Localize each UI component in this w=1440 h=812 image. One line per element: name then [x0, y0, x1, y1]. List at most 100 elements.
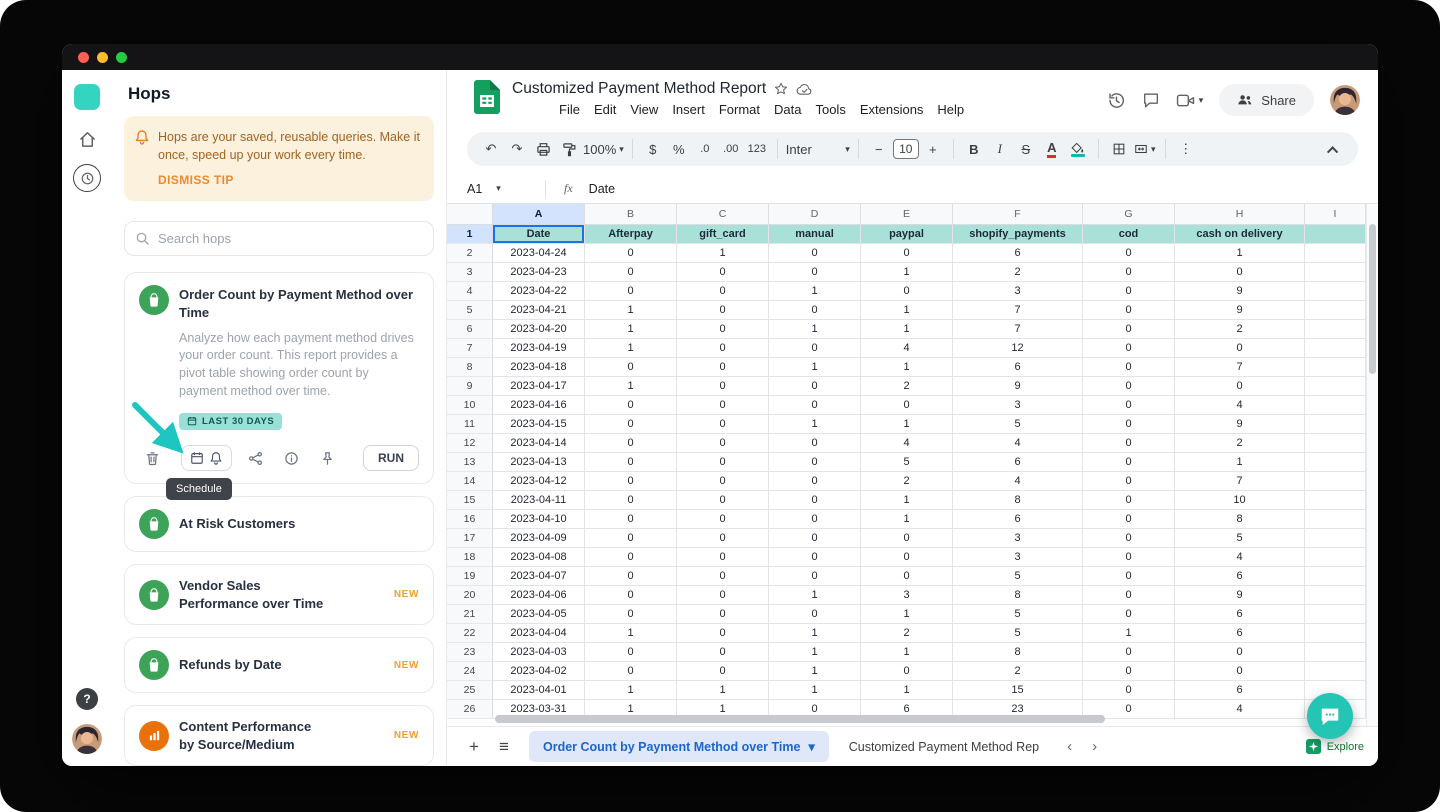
cell-A9[interactable]: 2023-04-17	[493, 377, 585, 396]
cell-F13[interactable]: 6	[953, 453, 1083, 472]
delete-icon[interactable]	[139, 445, 165, 471]
italic-button[interactable]: I	[988, 136, 1012, 162]
cell-G16[interactable]: 0	[1083, 510, 1175, 529]
cell-D25[interactable]: 1	[769, 681, 861, 700]
row-header-19[interactable]: 19	[447, 567, 493, 586]
cell-D6[interactable]: 1	[769, 320, 861, 339]
cell-F19[interactable]: 5	[953, 567, 1083, 586]
cell-H17[interactable]: 5	[1175, 529, 1305, 548]
user-avatar[interactable]	[1330, 85, 1360, 115]
cell-G19[interactable]: 0	[1083, 567, 1175, 586]
cell-C14[interactable]: 0	[677, 472, 769, 491]
cell-C4[interactable]: 0	[677, 282, 769, 301]
cell-G10[interactable]: 0	[1083, 396, 1175, 415]
menu-format[interactable]: Format	[712, 99, 767, 120]
cell-I16[interactable]	[1305, 510, 1366, 529]
menu-help[interactable]: Help	[930, 99, 971, 120]
cell-F4[interactable]: 3	[953, 282, 1083, 301]
cell-A6[interactable]: 2023-04-20	[493, 320, 585, 339]
cell-G22[interactable]: 1	[1083, 624, 1175, 643]
row-header-17[interactable]: 17	[447, 529, 493, 548]
hop-title[interactable]: Order Count by Payment Method over Time	[179, 285, 417, 321]
cell-B8[interactable]: 0	[585, 358, 677, 377]
column-header-B[interactable]: B	[585, 204, 677, 225]
comments-icon[interactable]	[1142, 91, 1160, 109]
cell-C11[interactable]: 0	[677, 415, 769, 434]
fill-color-icon[interactable]	[1066, 136, 1090, 162]
cell-C23[interactable]: 0	[677, 643, 769, 662]
cell-B23[interactable]: 0	[585, 643, 677, 662]
explore-button[interactable]: Explore	[1305, 739, 1364, 754]
cell-C12[interactable]: 0	[677, 434, 769, 453]
cell-B1[interactable]: Afterpay	[585, 225, 677, 244]
cell-E9[interactable]: 2	[861, 377, 953, 396]
cell-G2[interactable]: 0	[1083, 244, 1175, 263]
help-icon[interactable]: ?	[76, 688, 98, 710]
cell-G12[interactable]: 0	[1083, 434, 1175, 453]
cell-B12[interactable]: 0	[585, 434, 677, 453]
cell-H5[interactable]: 9	[1175, 301, 1305, 320]
cell-D7[interactable]: 0	[769, 339, 861, 358]
cell-B21[interactable]: 0	[585, 605, 677, 624]
cell-I20[interactable]	[1305, 586, 1366, 605]
menu-insert[interactable]: Insert	[665, 99, 712, 120]
vertical-scrollbar-thumb[interactable]	[1368, 224, 1376, 374]
merge-cells-icon[interactable]: ▾	[1133, 136, 1157, 162]
minimize-window-button[interactable]	[97, 51, 108, 63]
row-header-11[interactable]: 11	[447, 415, 493, 434]
cell-A13[interactable]: 2023-04-13	[493, 453, 585, 472]
cell-D18[interactable]: 0	[769, 548, 861, 567]
cell-I7[interactable]	[1305, 339, 1366, 358]
row-header-20[interactable]: 20	[447, 586, 493, 605]
cell-E21[interactable]: 1	[861, 605, 953, 624]
row-header-6[interactable]: 6	[447, 320, 493, 339]
cell-C19[interactable]: 0	[677, 567, 769, 586]
cell-H1[interactable]: cash on delivery	[1175, 225, 1305, 244]
row-header-25[interactable]: 25	[447, 681, 493, 700]
cell-G15[interactable]: 0	[1083, 491, 1175, 510]
cell-I2[interactable]	[1305, 244, 1366, 263]
date-range-badge[interactable]: LAST 30 DAYS	[179, 412, 283, 430]
cell-E15[interactable]: 1	[861, 491, 953, 510]
cell-G3[interactable]: 0	[1083, 263, 1175, 282]
cell-H11[interactable]: 9	[1175, 415, 1305, 434]
cell-D23[interactable]: 1	[769, 643, 861, 662]
cell-E4[interactable]: 0	[861, 282, 953, 301]
more-options-icon[interactable]: ⋮	[1174, 136, 1198, 162]
sheets-logo[interactable]	[474, 80, 500, 119]
cell-B18[interactable]: 0	[585, 548, 677, 567]
row-header-10[interactable]: 10	[447, 396, 493, 415]
cell-I22[interactable]	[1305, 624, 1366, 643]
cell-G6[interactable]: 0	[1083, 320, 1175, 339]
cell-B13[interactable]: 0	[585, 453, 677, 472]
cell-I15[interactable]	[1305, 491, 1366, 510]
cell-B24[interactable]: 0	[585, 662, 677, 681]
cell-I14[interactable]	[1305, 472, 1366, 491]
cell-D19[interactable]: 0	[769, 567, 861, 586]
cell-B17[interactable]: 0	[585, 529, 677, 548]
cell-E10[interactable]: 0	[861, 396, 953, 415]
cell-B6[interactable]: 1	[585, 320, 677, 339]
cell-A19[interactable]: 2023-04-07	[493, 567, 585, 586]
column-header-I[interactable]: I	[1305, 204, 1366, 225]
collapse-toolbar-icon[interactable]	[1322, 136, 1346, 162]
schedule-button[interactable]: Schedule	[166, 445, 232, 500]
cell-F18[interactable]: 3	[953, 548, 1083, 567]
cell-D11[interactable]: 1	[769, 415, 861, 434]
share-nodes-icon[interactable]	[242, 445, 268, 471]
dismiss-tip-link[interactable]: DISMISS TIP	[158, 173, 234, 187]
cell-A8[interactable]: 2023-04-18	[493, 358, 585, 377]
cell-I19[interactable]	[1305, 567, 1366, 586]
row-header-21[interactable]: 21	[447, 605, 493, 624]
menu-edit[interactable]: Edit	[587, 99, 623, 120]
menu-extensions[interactable]: Extensions	[853, 99, 931, 120]
cell-A7[interactable]: 2023-04-19	[493, 339, 585, 358]
cell-E12[interactable]: 4	[861, 434, 953, 453]
row-header-14[interactable]: 14	[447, 472, 493, 491]
document-title[interactable]: Customized Payment Method Report	[512, 80, 766, 98]
cell-G9[interactable]: 0	[1083, 377, 1175, 396]
cell-I17[interactable]	[1305, 529, 1366, 548]
cell-F8[interactable]: 6	[953, 358, 1083, 377]
column-header-D[interactable]: D	[769, 204, 861, 225]
cell-A10[interactable]: 2023-04-16	[493, 396, 585, 415]
